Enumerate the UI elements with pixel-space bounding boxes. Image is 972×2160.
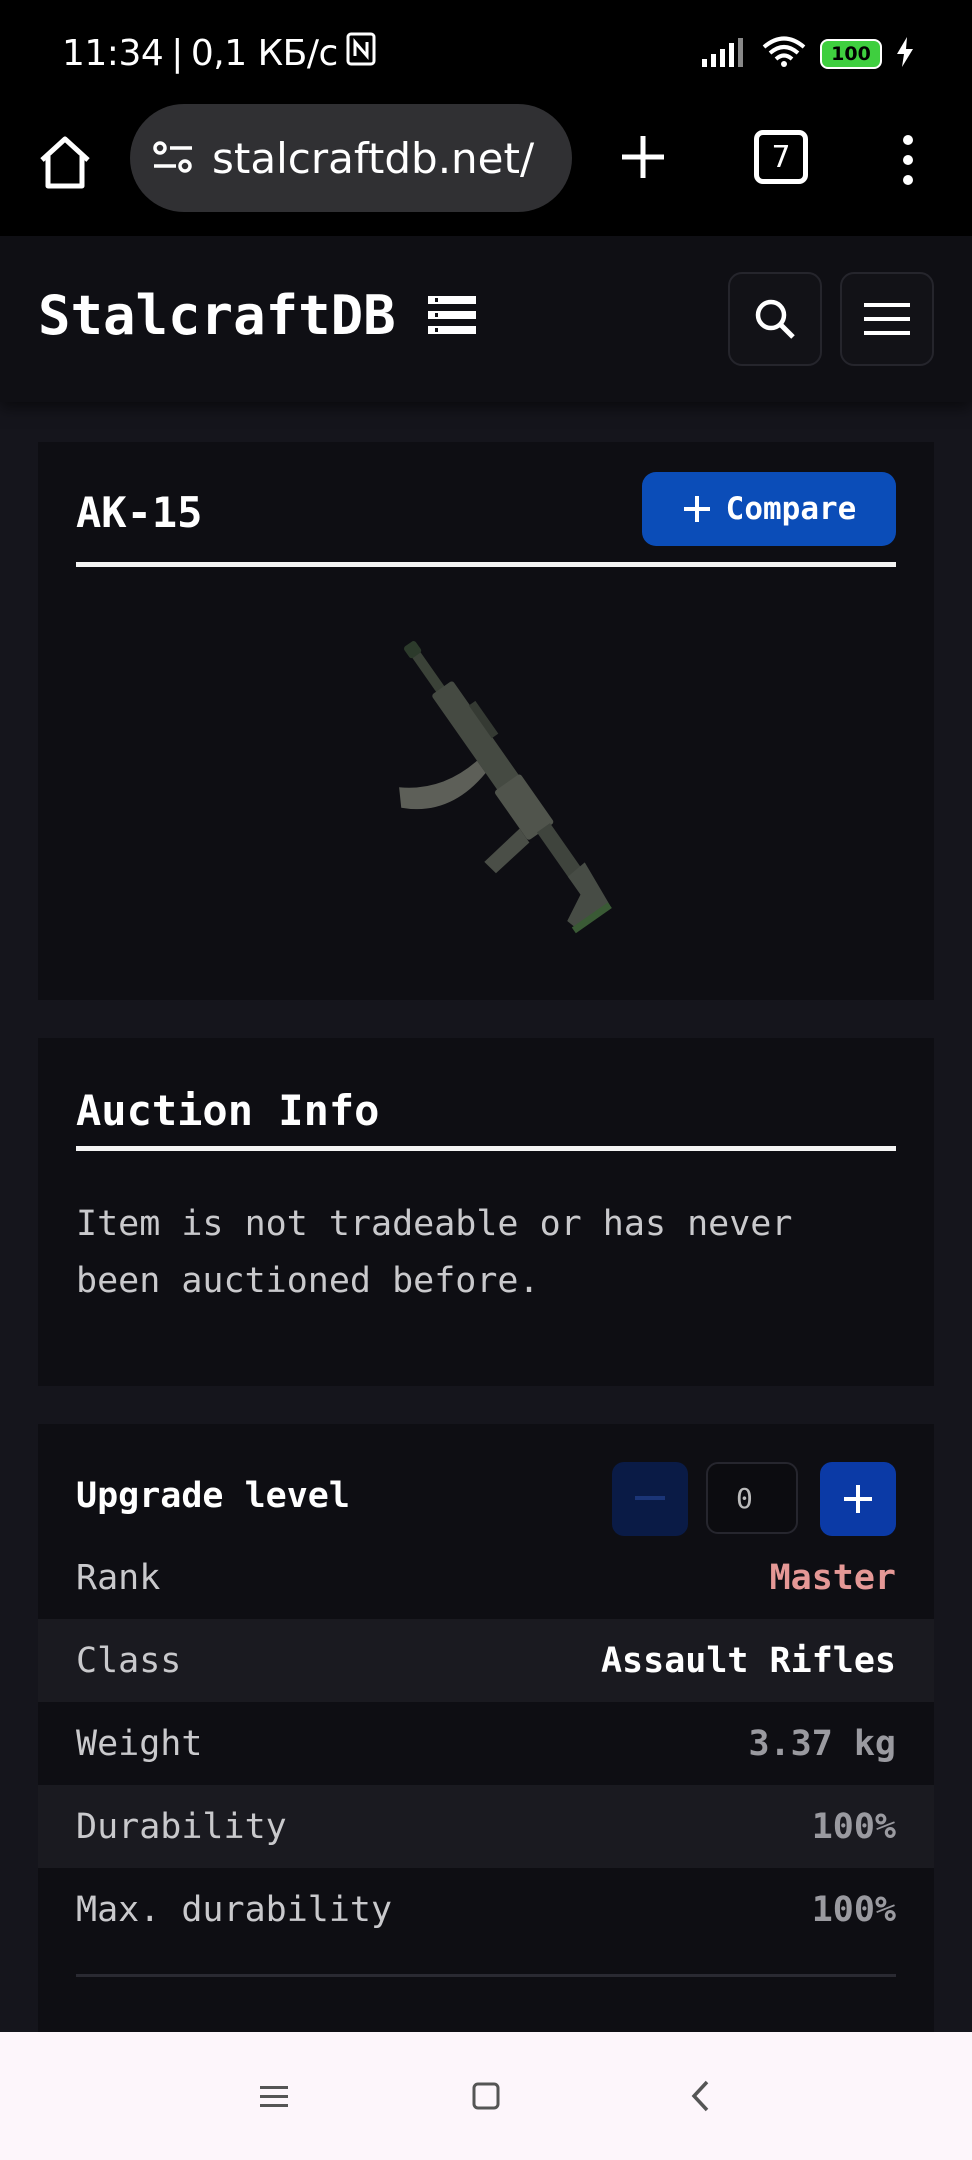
stats-divider — [76, 1974, 896, 1977]
stats-card: Upgrade level Rank Master Class Assault … — [38, 1424, 934, 2032]
browser-toolbar: stalcraftdb.net/ 7 — [0, 104, 972, 236]
system-nav-bar — [0, 2032, 972, 2160]
compare-button[interactable]: Compare — [642, 472, 896, 546]
stat-row-max-durability: Max. durability 100% — [38, 1868, 934, 1951]
charging-icon — [896, 37, 914, 71]
signal-icon — [702, 37, 748, 71]
stat-label: Class — [76, 1640, 182, 1681]
more-vert-icon[interactable] — [888, 130, 928, 190]
plus-icon — [683, 496, 710, 522]
status-time: 11:34 — [62, 33, 164, 74]
stat-value: 100% — [811, 1806, 896, 1847]
hamburger-button[interactable] — [840, 272, 934, 366]
stat-value: Assault Rifles — [600, 1640, 896, 1681]
auction-card: Auction Info Item is not tradeable or ha… — [38, 1038, 934, 1386]
upgrade-level-input[interactable] — [706, 1462, 798, 1534]
stat-value: 3.37 kg — [748, 1723, 896, 1764]
status-bar: 11:34 | 0,1 КБ/с 100 — [0, 0, 972, 104]
stat-label: Weight — [76, 1723, 203, 1764]
wifi-icon — [762, 36, 806, 72]
site-header: StalcraftDB — [0, 236, 972, 402]
tune-icon[interactable] — [150, 135, 196, 181]
home-icon[interactable] — [34, 132, 96, 194]
battery-indicator: 100 — [820, 39, 882, 69]
search-icon — [755, 299, 795, 339]
url-text[interactable]: stalcraftdb.net/ — [212, 134, 562, 183]
auction-divider — [76, 1146, 896, 1151]
item-title: AK-15 — [76, 488, 203, 537]
item-card: AK-15 Compare — [38, 442, 934, 1000]
compare-label: Compare — [725, 491, 857, 527]
address-bar[interactable]: stalcraftdb.net/ — [130, 104, 572, 212]
stat-label: Rank — [76, 1557, 161, 1598]
plus-icon — [844, 1485, 872, 1513]
search-button[interactable] — [728, 272, 822, 366]
stat-row-durability: Durability 100% — [38, 1785, 934, 1868]
site-logo[interactable]: StalcraftDB — [38, 284, 476, 347]
stat-row-rank: Rank Master — [38, 1536, 934, 1619]
auction-message: Item is not tradeable or has never been … — [76, 1204, 793, 1301]
stat-value: Master — [769, 1557, 896, 1598]
status-network-speed: 0,1 КБ/с — [190, 33, 338, 74]
upgrade-level-label: Upgrade level — [76, 1476, 350, 1516]
nav-menu-icon[interactable] — [254, 2076, 294, 2116]
nfc-icon — [346, 32, 376, 75]
stat-label: Max. durability — [76, 1889, 393, 1930]
stat-row-class: Class Assault Rifles — [38, 1619, 934, 1702]
logo-text[interactable]: StalcraftDB — [38, 284, 396, 347]
plus-icon[interactable] — [612, 126, 674, 188]
upgrade-decrement-button[interactable] — [612, 1462, 688, 1536]
stat-label: Durability — [76, 1806, 287, 1847]
upgrade-increment-button[interactable] — [820, 1462, 896, 1536]
title-divider — [76, 562, 896, 567]
status-separator: | — [171, 33, 183, 74]
auction-title: Auction Info — [76, 1086, 380, 1135]
stat-value: 100% — [811, 1889, 896, 1930]
tabs-icon[interactable]: 7 — [754, 130, 808, 184]
nav-back-icon[interactable] — [682, 2076, 722, 2116]
minus-icon — [635, 1496, 665, 1500]
list-icon — [427, 284, 476, 347]
nav-home-icon[interactable] — [466, 2076, 506, 2116]
stat-row-weight: Weight 3.37 kg — [38, 1702, 934, 1785]
weapon-image — [332, 616, 672, 956]
hamburger-icon — [864, 303, 910, 335]
